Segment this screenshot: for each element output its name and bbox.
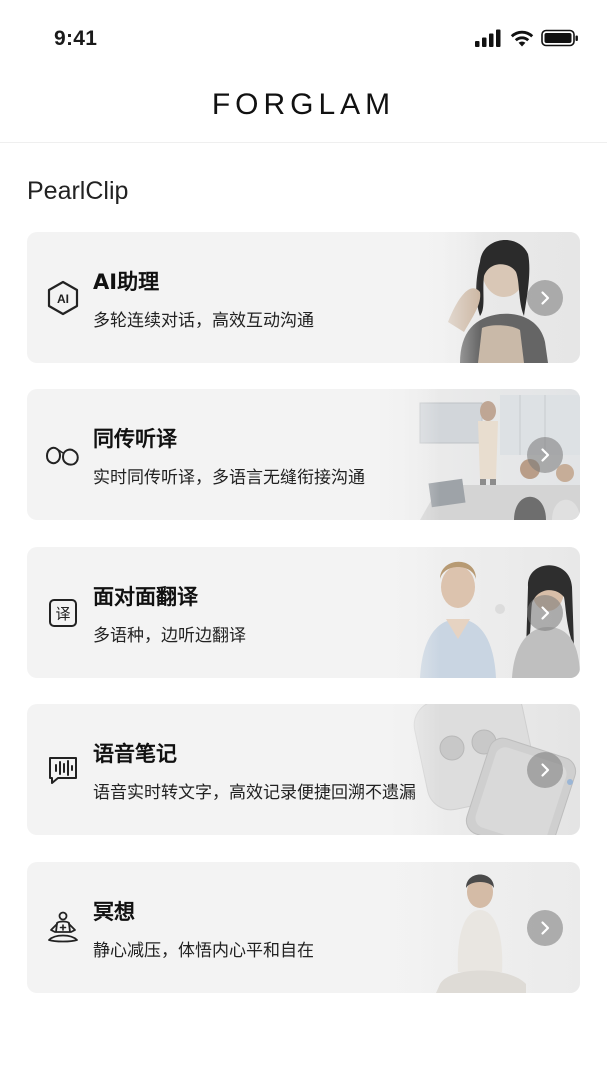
chevron-right-icon[interactable] (527, 910, 563, 946)
card-subtitle: 多轮连续对话，高效互动沟通 (93, 311, 314, 331)
card-photo-fade (380, 704, 440, 835)
ai-assistant-icon: AI (44, 279, 82, 317)
chevron-right-icon[interactable] (527, 437, 563, 473)
card-ai-assistant[interactable]: AI AI助理 多轮连续对话，高效互动沟通 (27, 232, 580, 363)
signal-icon (475, 29, 501, 47)
card-title: 语音笔记 (93, 742, 177, 766)
card-subtitle: 实时同传听译，多语言无缝衔接沟通 (93, 468, 365, 488)
brand-logo: FORGLAM (211, 88, 396, 121)
card-photo-fade (380, 862, 440, 993)
card-title: 同传听译 (93, 427, 177, 451)
card-meditation[interactable]: 冥想 静心减压，体悟内心平和自在 (27, 862, 580, 993)
card-simultaneous-interpretation[interactable]: 同传听译 实时同传听译，多语言无缝衔接沟通 (27, 389, 580, 520)
svg-text:译: 译 (55, 605, 70, 623)
status-bar: 9:41 (0, 0, 607, 80)
card-subtitle: 静心减压，体悟内心平和自在 (93, 941, 314, 961)
svg-text:AI: AI (57, 292, 69, 306)
card-subtitle: 语音实时转文字，高效记录便捷回溯不遗漏 (93, 783, 416, 803)
voice-note-icon (44, 751, 82, 789)
section-title: PearlClip (27, 177, 129, 205)
translate-icon: 译 (44, 594, 82, 632)
battery-icon (541, 29, 578, 47)
card-subtitle: 多语种，边听边翻译 (93, 626, 246, 646)
card-title: AI助理 (93, 270, 160, 294)
earbuds-icon (44, 436, 82, 474)
card-title: 冥想 (93, 900, 135, 924)
chevron-right-icon[interactable] (527, 280, 563, 316)
card-photo-fade (380, 547, 440, 678)
wifi-icon (510, 30, 534, 46)
card-photo-fade (420, 232, 480, 363)
card-voice-notes[interactable]: 语音笔记 语音实时转文字，高效记录便捷回溯不遗漏 (27, 704, 580, 835)
card-face-to-face-translation[interactable]: 译 面对面翻译 多语种，边听边翻译 (27, 547, 580, 678)
meditation-icon (44, 909, 82, 947)
status-icons (475, 28, 579, 48)
chevron-right-icon[interactable] (527, 752, 563, 788)
card-title: 面对面翻译 (93, 585, 198, 609)
app-header: FORGLAM (0, 80, 607, 143)
status-time: 9:41 (54, 27, 98, 50)
card-photo-fade (380, 389, 440, 520)
chevron-right-icon[interactable] (527, 595, 563, 631)
